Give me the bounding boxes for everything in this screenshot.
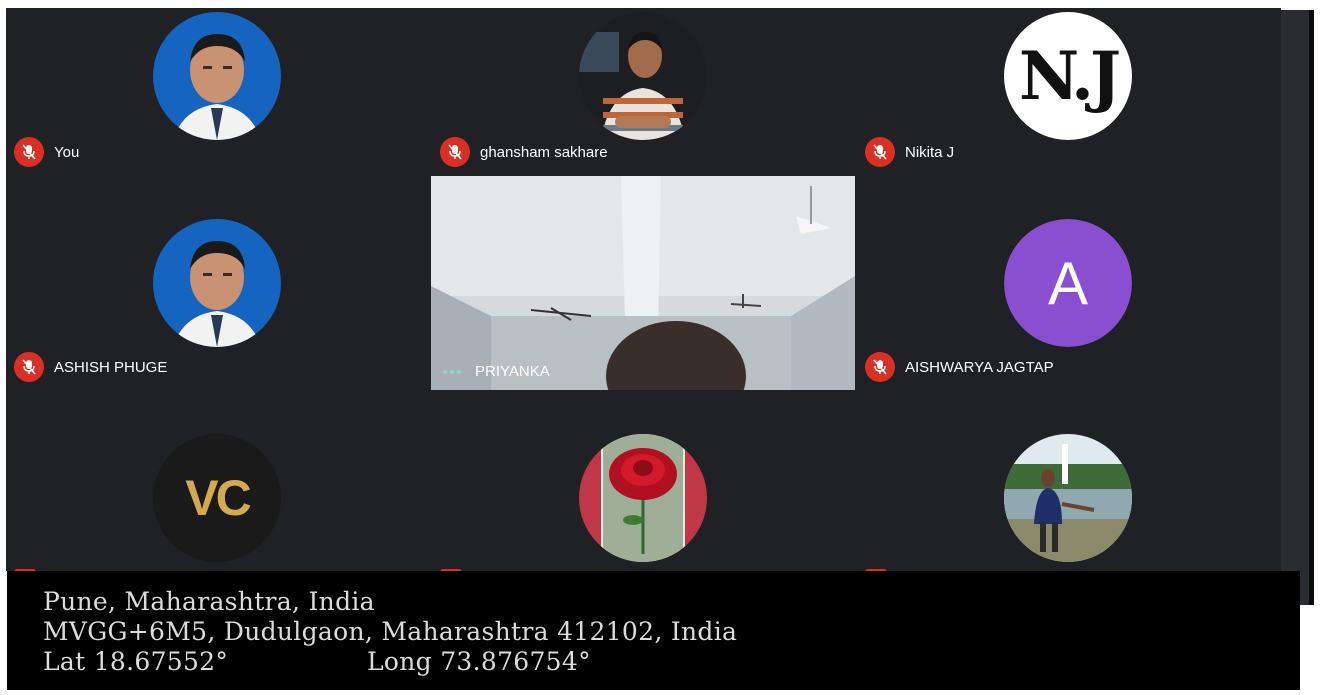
rose-photo-icon	[579, 434, 707, 562]
mic-off-icon	[14, 352, 44, 382]
location-latitude: Lat 18.67552°	[43, 647, 229, 676]
avatar-rose[interactable]	[579, 434, 707, 562]
profile-photo-man-icon	[153, 12, 281, 140]
avatar-girl[interactable]	[1004, 434, 1132, 562]
window-border	[1309, 10, 1314, 605]
participant-label-you: You	[14, 137, 79, 167]
avatar-aishwarya[interactable]: A	[1004, 219, 1132, 347]
participant-label-ashish: ASHISH PHUGE	[14, 352, 167, 382]
profile-photo-man-icon	[153, 219, 281, 347]
mic-off-icon	[14, 137, 44, 167]
video-tile-priyanka[interactable]: PRIYANKA	[431, 176, 855, 390]
participant-name: ASHISH PHUGE	[54, 358, 168, 376]
participant-label-priyanka: PRIYANKA	[443, 363, 550, 380]
avatar-ashish[interactable]	[153, 219, 281, 347]
avatar-letter: A	[1004, 219, 1132, 347]
profile-photo-man-icon	[579, 12, 707, 140]
avatar-logo-text: VC	[185, 470, 251, 526]
profile-photo-woman-icon	[1004, 434, 1132, 562]
audio-dots-icon	[443, 369, 461, 374]
location-address: MVGG+6M5, Dudulgaon, Maharashtra 412102,…	[43, 617, 738, 646]
participant-name: Nikita J	[905, 143, 955, 161]
participant-label-nikita: Nikita J	[865, 137, 954, 167]
avatar-you[interactable]	[153, 12, 281, 140]
mic-off-icon	[865, 137, 895, 167]
avatar-vc[interactable]: VC	[153, 434, 281, 562]
mic-off-icon	[865, 352, 895, 382]
participant-name: ghansham sakhare	[480, 143, 608, 161]
participant-name: You	[54, 143, 80, 161]
mic-off-icon	[440, 137, 470, 167]
meeting-grid: You ghansham sakhare N.J Nikita J ASHISH…	[6, 8, 1281, 571]
avatar-ghansham[interactable]	[579, 12, 707, 140]
participant-name: AISHWARYA JAGTAP	[905, 358, 1054, 376]
avatar-nikita[interactable]: N.J	[1004, 12, 1132, 140]
participant-label-ghansham: ghansham sakhare	[440, 137, 608, 167]
participant-name: PRIYANKA	[475, 363, 550, 380]
participant-label-aishwarya: AISHWARYA JAGTAP	[865, 352, 1054, 382]
location-city: Pune, Maharashtra, India	[43, 587, 375, 616]
location-stamp: Pune, Maharashtra, India MVGG+6M5, Dudul…	[7, 571, 1300, 690]
side-panel-edge	[1281, 10, 1309, 605]
camera-feed	[431, 176, 855, 390]
location-longitude: Long 73.876754°	[367, 647, 591, 676]
avatar-initials: N.J	[1018, 37, 1121, 115]
